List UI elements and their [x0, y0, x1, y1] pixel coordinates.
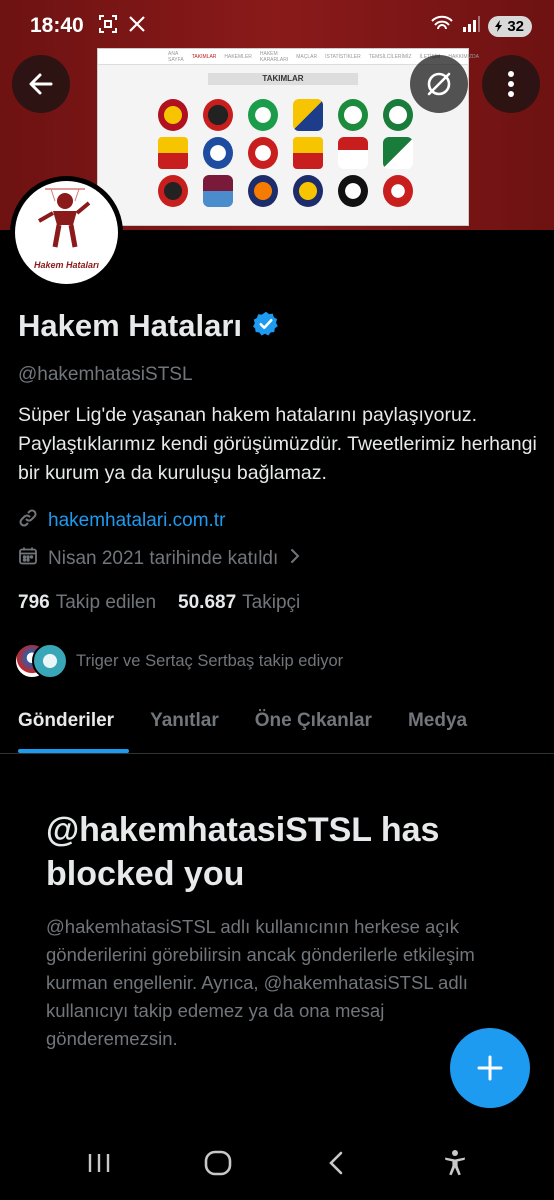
blocked-description: @hakemhatasiSTSL adlı kullanıcının herke…	[46, 916, 475, 1049]
blocked-title: @hakemhatasiSTSL has blocked you	[46, 811, 440, 893]
team-logo	[383, 137, 413, 169]
tab-label: Öne Çıkanlar	[254, 710, 372, 731]
banner-title: TAKIMLAR	[208, 73, 358, 85]
profile-bio: Süper Lig'de yaşanan hakem hatalarını pa…	[18, 404, 537, 484]
profile-name: Hakem Hataları	[18, 308, 243, 343]
team-logo	[383, 175, 413, 207]
scan-icon	[98, 14, 118, 39]
team-logo	[158, 99, 188, 131]
team-logo	[293, 137, 323, 169]
active-tab-indicator	[18, 749, 129, 753]
battery-icon: 32	[488, 15, 532, 37]
home-icon	[204, 1150, 232, 1176]
grok-button[interactable]	[410, 55, 468, 113]
back-button[interactable]	[12, 55, 70, 113]
team-logos-grid	[158, 99, 419, 207]
banner-nav-item: TAKIMLAR	[191, 53, 217, 60]
team-logo	[248, 137, 278, 169]
recent-apps-icon	[89, 1154, 110, 1172]
team-logo	[338, 99, 368, 131]
wifi-icon	[430, 15, 454, 38]
avatar	[32, 643, 68, 679]
follow-stats: 796 Takip edilen 50.687 Takipçi	[18, 592, 300, 614]
avatar-image: Hakem Hataları	[15, 181, 118, 284]
back-nav-button[interactable]	[316, 1143, 356, 1183]
banner-nav-item: HAKEMLER	[224, 53, 252, 60]
profile-avatar[interactable]: Hakem Hataları	[10, 176, 123, 289]
joined-date-row[interactable]: Nisan 2021 tarihinde katıldı	[18, 546, 302, 572]
arrow-left-icon	[29, 73, 53, 95]
status-time: 18:40	[30, 14, 84, 37]
banner-nav-item: TEMSİLCİLERİMİZ	[368, 53, 412, 60]
tab-highlights[interactable]: Öne Çıkanlar	[237, 694, 390, 753]
more-options-button[interactable]	[482, 55, 540, 113]
following-label: Takip edilen	[55, 592, 157, 613]
team-logo	[158, 137, 188, 169]
plus-icon	[477, 1055, 503, 1081]
followers-stat[interactable]: 50.687 Takipçi	[178, 592, 300, 614]
team-logo	[248, 175, 278, 207]
website-link[interactable]: hakemhatalari.com.tr	[48, 510, 225, 532]
link-icon	[18, 508, 38, 533]
joined-date: Nisan 2021 tarihinde katıldı	[48, 548, 279, 569]
compose-button[interactable]	[450, 1028, 530, 1108]
status-right-icons: 32	[430, 15, 532, 38]
status-left-icons	[98, 14, 146, 39]
chevron-right-icon	[288, 547, 302, 571]
team-logo	[383, 99, 413, 131]
known-followers-row[interactable]: Triger ve Sertaç Sertbaş takip ediyor	[14, 643, 343, 679]
website-row: hakemhatalari.com.tr	[18, 508, 225, 533]
chevron-left-icon	[329, 1151, 343, 1175]
status-bar: 18:40 32	[0, 0, 554, 52]
verified-badge-icon[interactable]	[252, 310, 280, 343]
team-logo	[338, 137, 368, 169]
team-logo	[338, 175, 368, 207]
followers-label: Takipçi	[242, 592, 301, 613]
banner-nav-item: HAKEM KARARLARI	[259, 50, 289, 63]
x-logo-icon	[128, 15, 146, 38]
tab-label: Medya	[407, 710, 468, 731]
team-logo	[248, 99, 278, 131]
avatar-caption: Hakem Hataları	[33, 260, 100, 270]
following-stat[interactable]: 796 Takip edilen	[18, 592, 156, 614]
tab-replies[interactable]: Yanıtlar	[132, 694, 237, 753]
followers-count: 50.687	[178, 592, 237, 613]
banner-nav-item: ANA SAYFA	[168, 50, 184, 63]
team-logo	[203, 175, 233, 207]
profile-handle: @hakemhatasiSTSL	[18, 364, 193, 385]
banner-nav-item: İSTATİSTİKLER	[325, 53, 361, 60]
profile-name-row: Hakem Hataları	[18, 308, 280, 344]
calendar-icon	[18, 546, 38, 572]
following-count: 796	[18, 592, 50, 613]
team-logo	[293, 175, 323, 207]
tab-posts[interactable]: Gönderiler	[0, 694, 132, 753]
profile-tabs: Gönderiler Yanıtlar Öne Çıkanlar Medya	[0, 694, 554, 754]
tab-label: Yanıtlar	[150, 710, 219, 731]
more-vertical-icon	[508, 71, 514, 97]
battery-level: 32	[507, 17, 524, 35]
accessibility-icon	[444, 1150, 465, 1176]
team-logo	[158, 175, 188, 207]
system-nav-bar	[0, 1126, 554, 1200]
tab-media[interactable]: Medya	[390, 694, 485, 753]
known-followers-avatars	[14, 643, 68, 679]
banner-nav-item: MAÇLAR	[296, 53, 318, 60]
accessibility-button[interactable]	[435, 1143, 475, 1183]
known-followers-text: Triger ve Sertaç Sertbaş takip ediyor	[76, 651, 344, 670]
team-logo	[203, 137, 233, 169]
recent-apps-button[interactable]	[79, 1143, 119, 1183]
tab-label: Gönderiler	[18, 710, 115, 731]
signal-icon	[462, 15, 481, 38]
team-logo	[203, 99, 233, 131]
grok-icon	[427, 72, 451, 96]
team-logo	[293, 99, 323, 131]
home-button[interactable]	[198, 1143, 238, 1183]
